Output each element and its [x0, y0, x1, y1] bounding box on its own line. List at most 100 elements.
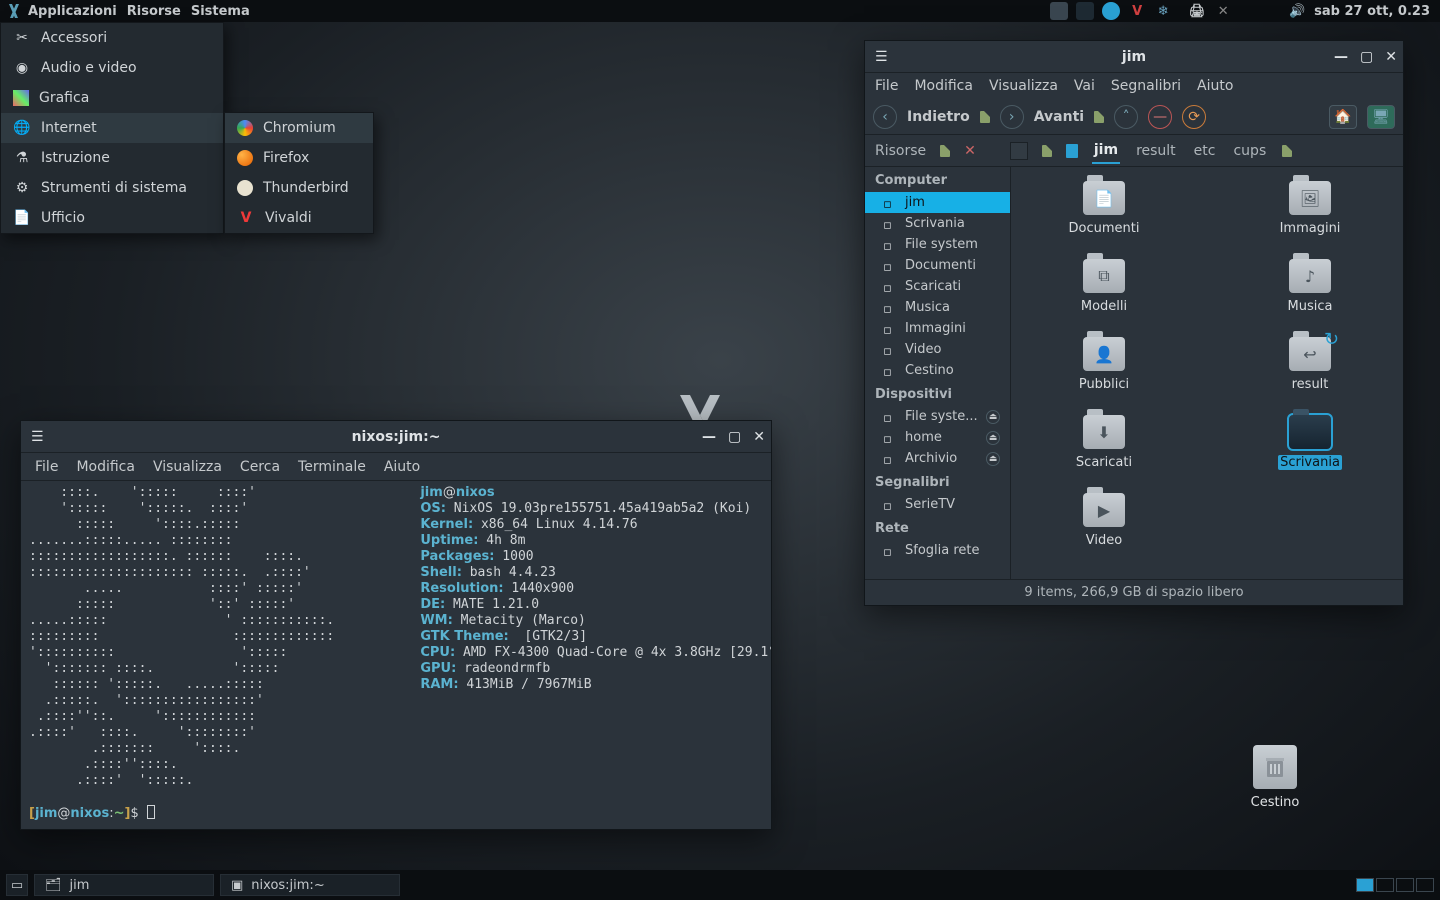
sidebar-item[interactable]: ▫home⏏: [865, 427, 1010, 448]
menu-accessories[interactable]: ✂Accessori: [1, 23, 223, 53]
sidebar-item[interactable]: ▫Scaricati: [865, 276, 1010, 297]
terminal-output[interactable]: ::::. '::::: ::::' jim@nixos '::::: ':::…: [21, 481, 771, 829]
back-history-icon[interactable]: [980, 111, 990, 123]
tray-launcher-1[interactable]: [1050, 2, 1068, 20]
eject-icon[interactable]: ⏏: [986, 431, 1000, 445]
dismiss-tray-icon[interactable]: ✕: [1214, 2, 1232, 20]
workspace-2[interactable]: [1376, 878, 1394, 892]
menu-education[interactable]: ⚗Istruzione: [1, 143, 223, 173]
show-desktop-button[interactable]: ▭: [6, 874, 28, 896]
fm-menu-help[interactable]: Aiuto: [1197, 78, 1233, 94]
back-button[interactable]: ‹: [873, 105, 897, 129]
maximize-button[interactable]: ▢: [728, 429, 741, 445]
file-item[interactable]: 👤 Pubblici: [1054, 337, 1154, 415]
file-item[interactable]: ⬇ Scaricati: [1054, 415, 1154, 493]
file-item[interactable]: 📄 Documenti: [1054, 181, 1154, 259]
fm-menu-view[interactable]: Visualizza: [989, 78, 1058, 94]
workspace-4[interactable]: [1416, 878, 1434, 892]
submenu-thunderbird[interactable]: Thunderbird: [225, 173, 373, 203]
sidebar-item[interactable]: ▫Cestino: [865, 360, 1010, 381]
sidebar-item[interactable]: ▫Immagini: [865, 318, 1010, 339]
vivaldi-tray-icon[interactable]: V: [1128, 2, 1146, 20]
sidebar-section: Dispositivi: [865, 381, 1010, 406]
fm-menu-file[interactable]: File: [875, 78, 898, 94]
path-toggle[interactable]: [1010, 142, 1028, 160]
menu-audio-video[interactable]: ◉Audio e video: [1, 53, 223, 83]
breadcrumb-jim[interactable]: jim: [1092, 138, 1120, 164]
file-item[interactable]: Scrivania: [1260, 415, 1360, 493]
fm-file-grid[interactable]: 📄 Documenti 🖼 Immagini ⧉ Modelli ♪ Music…: [1011, 167, 1403, 579]
eject-icon[interactable]: ⏏: [986, 452, 1000, 466]
tray-launcher-3[interactable]: [1102, 2, 1120, 20]
close-sidebar-tab[interactable]: ✕: [964, 143, 976, 159]
file-item[interactable]: ↩↻ result: [1260, 337, 1360, 415]
volume-icon[interactable]: 🔊: [1288, 2, 1306, 20]
panel-menu-system[interactable]: Sistema: [191, 4, 250, 19]
up-button[interactable]: ˄: [1114, 105, 1138, 129]
submenu-chromium[interactable]: Chromium: [225, 113, 373, 143]
sidebar-item[interactable]: ▫SerieTV: [865, 494, 1010, 515]
submenu-vivaldi[interactable]: VVivaldi: [225, 203, 373, 233]
breadcrumb-result[interactable]: result: [1134, 139, 1178, 163]
term-menu-terminal[interactable]: Terminale: [298, 459, 366, 475]
term-menu-edit[interactable]: Modifica: [76, 459, 135, 475]
sidebar-tab-label[interactable]: Risorse: [875, 143, 926, 159]
menu-label: Grafica: [39, 90, 89, 106]
computer-button[interactable]: 🖥: [1367, 105, 1395, 129]
snowflake-icon[interactable]: ❄: [1154, 2, 1172, 20]
printer-tray-icon[interactable]: 🖨: [1188, 2, 1206, 20]
sidebar-item[interactable]: ▫Musica: [865, 297, 1010, 318]
file-label: Pubblici: [1079, 377, 1129, 392]
fm-titlebar[interactable]: ☰ jim — ▢ ✕: [865, 41, 1403, 73]
close-button[interactable]: ✕: [753, 429, 765, 445]
menu-internet[interactable]: 🌐Internet: [1, 113, 223, 143]
sidebar-item[interactable]: ▫File syste...⏏: [865, 406, 1010, 427]
taskbar-button-fm[interactable]: 🗂jim: [34, 874, 214, 896]
minimize-button[interactable]: —: [1334, 49, 1348, 65]
panel-menu-places[interactable]: Risorse: [127, 4, 181, 19]
fm-menu-edit[interactable]: Modifica: [914, 78, 973, 94]
maximize-button[interactable]: ▢: [1360, 49, 1373, 65]
stop-button[interactable]: —: [1148, 105, 1172, 129]
sidebar-item[interactable]: ▫jim: [865, 192, 1010, 213]
fm-menu-bookmarks[interactable]: Segnalibri: [1111, 78, 1181, 94]
fm-menu-go[interactable]: Vai: [1074, 78, 1095, 94]
taskbar-button-terminal[interactable]: ▣nixos:jim:~: [220, 874, 400, 896]
forward-history-icon[interactable]: [1094, 111, 1104, 123]
clock[interactable]: sab 27 ott, 0.23: [1314, 4, 1430, 19]
breadcrumb-etc[interactable]: etc: [1192, 139, 1218, 163]
desktop-trash[interactable]: Cestino: [1240, 745, 1310, 810]
reload-button[interactable]: ⟳: [1182, 105, 1206, 129]
terminal-titlebar[interactable]: ☰ nixos:jim:~ — ▢ ✕: [21, 421, 771, 453]
minimize-button[interactable]: —: [702, 429, 716, 445]
file-item[interactable]: ▶ Video: [1054, 493, 1154, 571]
tray-launcher-2[interactable]: [1076, 2, 1094, 20]
submenu-firefox[interactable]: Firefox: [225, 143, 373, 173]
term-menu-search[interactable]: Cerca: [240, 459, 280, 475]
term-menu-file[interactable]: File: [35, 459, 58, 475]
panel-menu-applications[interactable]: Applicazioni: [28, 4, 117, 19]
sidebar-item[interactable]: ▫Scrivania: [865, 213, 1010, 234]
sidebar-item[interactable]: ▫Video: [865, 339, 1010, 360]
file-item[interactable]: ⧉ Modelli: [1054, 259, 1154, 337]
term-menu-help[interactable]: Aiuto: [384, 459, 420, 475]
workspace-1[interactable]: [1356, 878, 1374, 892]
forward-button[interactable]: ›: [1000, 105, 1024, 129]
sidebar-item[interactable]: ▫Sfoglia rete: [865, 540, 1010, 561]
workspace-3[interactable]: [1396, 878, 1414, 892]
sidebar-item[interactable]: ▫File system: [865, 234, 1010, 255]
eject-icon[interactable]: ⏏: [986, 410, 1000, 424]
folder-icon: ▶: [1083, 493, 1125, 527]
term-menu-view[interactable]: Visualizza: [153, 459, 222, 475]
menu-graphics[interactable]: Grafica: [1, 83, 223, 113]
breadcrumb-cups[interactable]: cups: [1231, 139, 1268, 163]
sidebar-item[interactable]: ▫Archivio⏏: [865, 448, 1010, 469]
file-label: Scaricati: [1076, 455, 1132, 470]
sidebar-item[interactable]: ▫Documenti: [865, 255, 1010, 276]
menu-system-tools[interactable]: ⚙Strumenti di sistema: [1, 173, 223, 203]
close-button[interactable]: ✕: [1385, 49, 1397, 65]
home-button[interactable]: 🏠: [1329, 105, 1357, 129]
file-item[interactable]: ♪ Musica: [1260, 259, 1360, 337]
file-item[interactable]: 🖼 Immagini: [1260, 181, 1360, 259]
menu-office[interactable]: 📄Ufficio: [1, 203, 223, 233]
